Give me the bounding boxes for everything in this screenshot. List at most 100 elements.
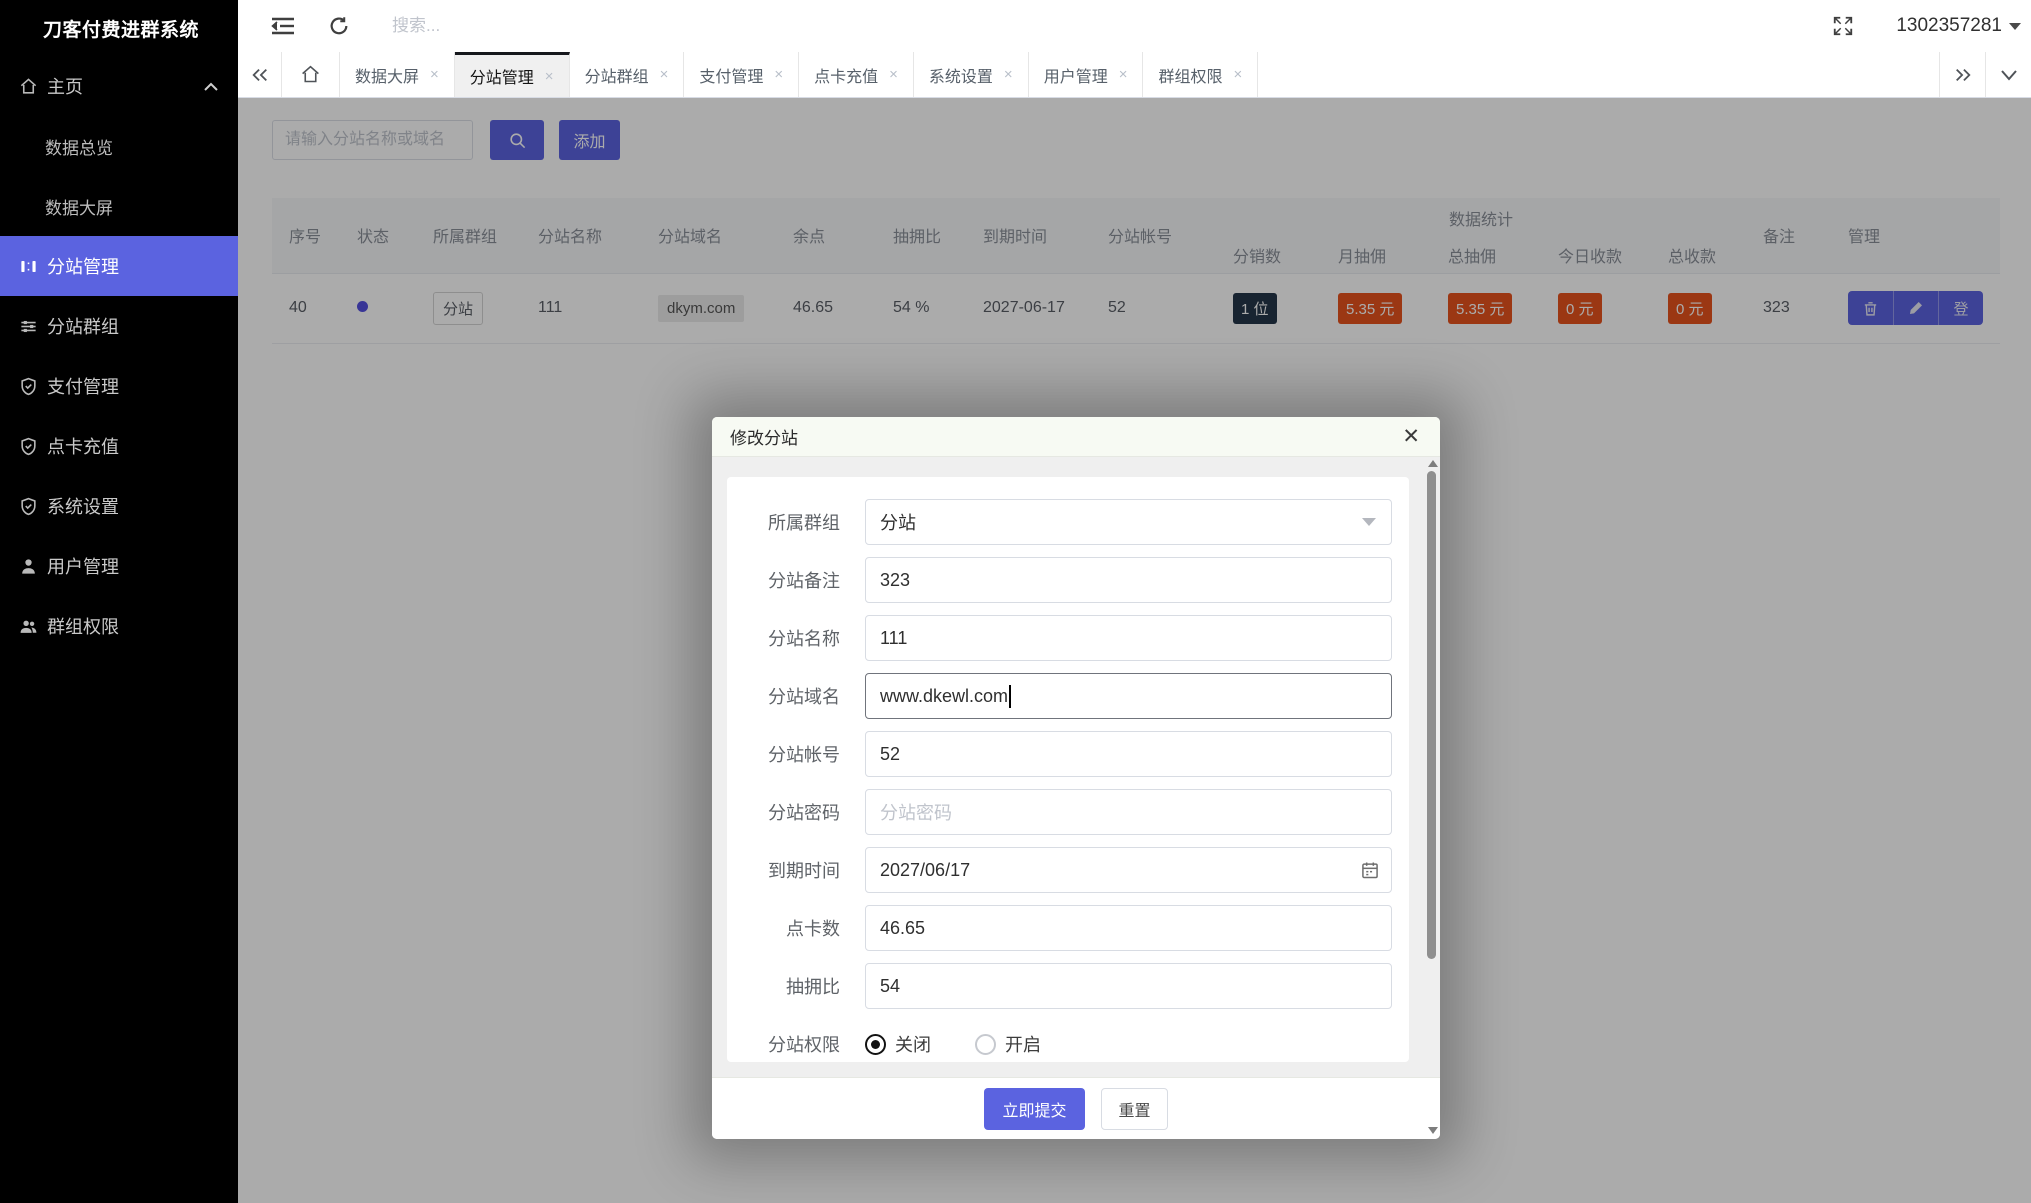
fullscreen-icon[interactable] <box>1832 15 1854 37</box>
user-menu[interactable]: 1302357281 <box>1896 15 2021 37</box>
scroll-down-icon[interactable] <box>1428 1127 1438 1134</box>
site-name-value: 111 <box>880 627 908 648</box>
sidebar-item-payment[interactable]: 支付管理 <box>0 356 238 416</box>
radio-unselected-icon <box>975 1033 996 1055</box>
field-label: 分站名称 <box>768 629 840 649</box>
sidebar-item-card-recharge[interactable]: 点卡充值 <box>0 416 238 476</box>
sidebar-nav: 主页 数据总览 数据大屏 分站管理 分站群组 支付管理 点卡充值 系统设置 用户… <box>0 56 238 656</box>
sidebar-item-system-settings[interactable]: 系统设置 <box>0 476 238 536</box>
expire-date-value: 2027/06/17 <box>880 859 971 880</box>
tab-site-manage[interactable]: 分站管理 × <box>454 52 570 97</box>
radio-label: 关闭 <box>895 1035 931 1055</box>
commission-rate-value: 54 <box>880 975 901 996</box>
sidebar-item-label: 主页 <box>47 77 83 97</box>
close-icon[interactable]: × <box>774 66 783 83</box>
reset-button[interactable]: 重置 <box>1101 1087 1168 1130</box>
field-label: 抽拥比 <box>786 977 840 997</box>
global-search-input[interactable] <box>392 16 812 36</box>
account-input[interactable]: 52 <box>865 731 1392 777</box>
close-icon[interactable]: × <box>1004 66 1013 83</box>
radio-label: 开启 <box>1005 1035 1041 1055</box>
tab-label: 系统设置 <box>928 68 993 86</box>
tab-label: 数据大屏 <box>355 68 420 86</box>
tab-label: 分站群组 <box>584 68 649 86</box>
modal-body: 所属群组 分站 分站备注 323 分站名称 111 分站域名 www.dkewl… <box>712 457 1440 1077</box>
field-label: 分站密码 <box>768 803 840 823</box>
domain-input[interactable]: www.dkewl.com <box>865 673 1392 719</box>
collapse-sidebar-icon[interactable] <box>270 15 296 37</box>
sidebar-item-group-permission[interactable]: 群组权限 <box>0 596 238 656</box>
modal-title: 修改分站 <box>730 429 798 448</box>
close-icon[interactable]: × <box>660 66 669 83</box>
scroll-up-icon[interactable] <box>1428 460 1438 467</box>
sidebar-item-label: 分站管理 <box>47 257 119 277</box>
scrollbar-thumb[interactable] <box>1427 471 1436 959</box>
sidebar-item-data-screen[interactable]: 数据大屏 <box>0 176 238 236</box>
sidebar-item-data-overview[interactable]: 数据总览 <box>0 116 238 176</box>
calendar-icon <box>1360 860 1380 880</box>
site-manage-icon <box>19 257 38 276</box>
tabs-scroll-left-button[interactable] <box>238 52 282 97</box>
sidebar-item-label: 用户管理 <box>47 557 119 577</box>
tab-site-group[interactable]: 分站群组 × <box>570 52 685 97</box>
tab-group-permission[interactable]: 群组权限 × <box>1143 52 1259 97</box>
remark-value: 323 <box>880 569 911 590</box>
close-icon[interactable]: ✕ <box>1402 426 1420 447</box>
sidebar-item-user-manage[interactable]: 用户管理 <box>0 536 238 596</box>
modal-header: 修改分站 ✕ <box>712 417 1440 457</box>
home-icon <box>19 77 38 96</box>
tab-label: 支付管理 <box>699 68 764 86</box>
tab-card-recharge[interactable]: 点卡充值 × <box>799 52 914 97</box>
sliders-icon <box>19 317 38 336</box>
radio-option-on[interactable]: 开启 <box>975 1031 1041 1057</box>
tabs-menu-button[interactable] <box>1985 52 2031 97</box>
commission-rate-input[interactable]: 54 <box>865 963 1392 1009</box>
password-input[interactable]: 分站密码 <box>865 789 1392 835</box>
sidebar: 刀客付费进群系统 主页 数据总览 数据大屏 分站管理 分站群组 支付管理 点卡充… <box>0 0 238 1203</box>
tab-label: 群组权限 <box>1158 68 1223 86</box>
sidebar-item-home[interactable]: 主页 <box>0 56 238 116</box>
sidebar-item-label: 系统设置 <box>47 497 119 517</box>
sidebar-item-site-manage[interactable]: 分站管理 <box>0 236 238 296</box>
tab-label: 点卡充值 <box>814 68 879 86</box>
chevron-up-icon <box>204 82 218 91</box>
close-icon[interactable]: × <box>430 66 439 83</box>
site-name-input[interactable]: 111 <box>865 615 1392 661</box>
sidebar-item-label: 数据大屏 <box>45 198 113 218</box>
close-icon[interactable]: × <box>1233 66 1242 83</box>
sidebar-item-site-group[interactable]: 分站群组 <box>0 296 238 356</box>
submit-button[interactable]: 立即提交 <box>984 1087 1085 1130</box>
tabs-scroll-right-button[interactable] <box>1939 52 1985 97</box>
text-cursor <box>1009 684 1012 708</box>
app-title: 刀客付费进群系统 <box>43 19 200 41</box>
expire-date-input[interactable]: 2027/06/17 <box>865 847 1392 893</box>
sidebar-item-label: 群组权限 <box>47 617 119 637</box>
tabbar: 数据大屏 × 分站管理 × 分站群组 × 支付管理 × 点卡充值 × 系统设置 … <box>238 52 2031 98</box>
field-label: 分站帐号 <box>768 745 840 765</box>
field-label: 点卡数 <box>786 919 840 939</box>
chevron-down-icon <box>2009 22 2021 30</box>
close-icon[interactable]: × <box>545 68 554 85</box>
username-label: 1302357281 <box>1896 15 2002 36</box>
close-icon[interactable]: × <box>1119 66 1128 83</box>
shield-check-icon <box>19 437 38 456</box>
card-points-input[interactable]: 46.65 <box>865 905 1392 951</box>
shield-check-icon <box>19 377 38 396</box>
tab-user-manage[interactable]: 用户管理 × <box>1029 52 1144 97</box>
field-label: 所属群组 <box>768 513 840 533</box>
group-select[interactable]: 分站 <box>865 499 1392 545</box>
tab-data-screen[interactable]: 数据大屏 × <box>340 52 455 97</box>
refresh-icon[interactable] <box>328 15 350 37</box>
remark-input[interactable]: 323 <box>865 557 1392 603</box>
tab-home[interactable] <box>282 52 340 97</box>
modal-scrollbar[interactable] <box>1425 457 1439 1137</box>
user-icon <box>19 557 38 576</box>
radio-option-off[interactable]: 关闭 <box>865 1031 931 1057</box>
topbar: 1302357281 <box>238 0 2031 52</box>
account-value: 52 <box>880 743 901 764</box>
tab-system-settings[interactable]: 系统设置 × <box>914 52 1029 97</box>
close-icon[interactable]: × <box>889 66 898 83</box>
edit-site-modal: 修改分站 ✕ 所属群组 分站 分站备注 323 分站名称 111 分站域名 ww… <box>712 417 1440 1139</box>
tab-payment[interactable]: 支付管理 × <box>684 52 800 97</box>
sidebar-item-label: 分站群组 <box>47 317 119 337</box>
